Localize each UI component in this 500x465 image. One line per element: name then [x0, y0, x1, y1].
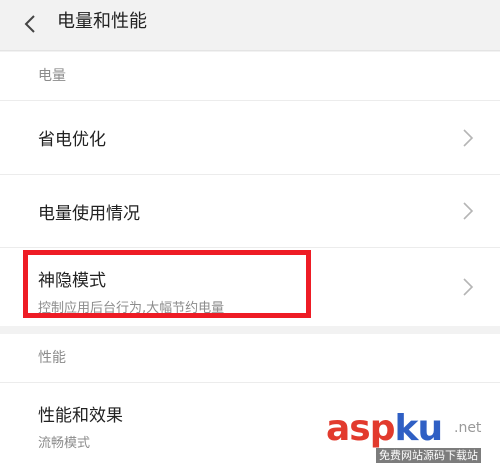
item-stealth-mode[interactable]: 神隐模式 控制应用后台行为,大幅节约电量	[0, 248, 500, 326]
item-power-saving[interactable]: 省电优化	[0, 101, 500, 175]
item-subtitle: 控制应用后台行为,大幅节约电量	[38, 301, 225, 316]
item-title: 省电优化	[38, 130, 106, 150]
item-title: 神隐模式	[38, 271, 106, 291]
item-battery-usage[interactable]: 电量使用情况	[0, 175, 500, 248]
performance-section: 性能 性能和效果 流畅模式	[0, 334, 500, 465]
item-title: 性能和效果	[38, 406, 123, 426]
chevron-right-icon	[463, 128, 474, 147]
section-header-power: 电量	[0, 52, 500, 101]
item-performance-effects[interactable]: 性能和效果 流畅模式	[0, 383, 500, 465]
chevron-right-icon	[463, 202, 474, 220]
page-title: 电量和性能	[57, 11, 147, 32]
chevron-right-icon	[463, 278, 474, 296]
title-bar: 电量和性能	[0, 0, 500, 51]
item-title: 电量使用情况	[38, 204, 140, 224]
back-button[interactable]	[12, 6, 48, 42]
section-header-performance: 性能	[0, 334, 500, 383]
item-subtitle: 流畅模式	[38, 436, 91, 451]
chevron-left-icon	[24, 15, 35, 33]
power-section: 电量 省电优化 电量使用情况 神隐模式 控制应用后台行为,大幅节约电量	[0, 52, 500, 326]
